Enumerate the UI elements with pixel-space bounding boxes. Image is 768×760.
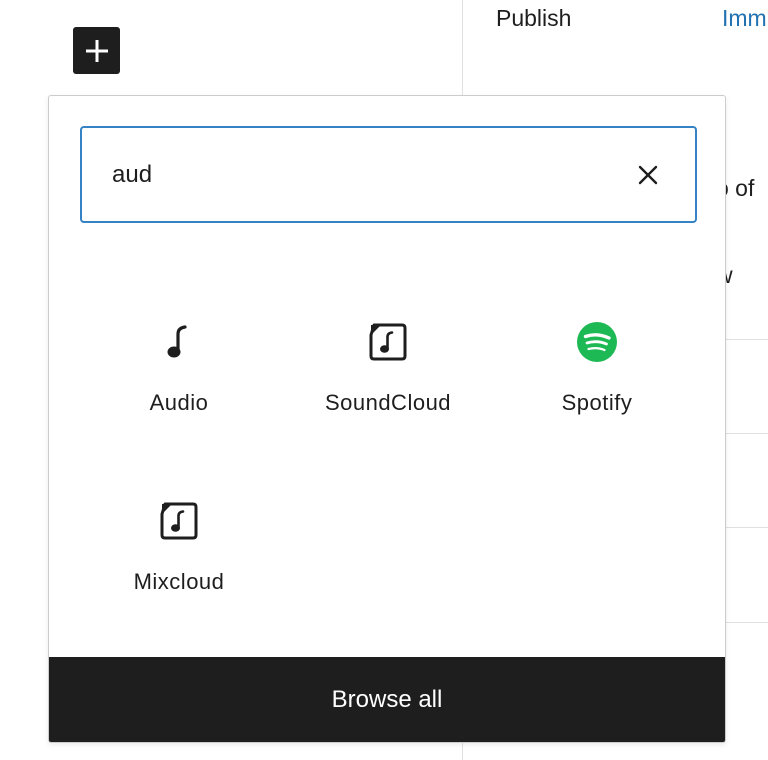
block-item-audio[interactable]: Audio <box>74 300 284 450</box>
obscured-section-title <box>496 752 586 760</box>
obscured-row-text <box>496 86 576 94</box>
search-box <box>80 126 697 223</box>
publish-immediately-link[interactable]: Imm <box>722 5 767 32</box>
sidebar-row-divider <box>726 433 768 434</box>
sidebar-row-divider <box>726 339 768 340</box>
block-inserter-popover: Audio SoundCloud <box>48 95 726 743</box>
block-label: Mixcloud <box>133 569 225 594</box>
block-label: Audio <box>149 390 209 415</box>
plus-icon <box>85 39 108 62</box>
sidebar-row-divider <box>726 527 768 528</box>
search-input[interactable] <box>112 152 612 198</box>
embed-audio-icon <box>160 502 198 540</box>
block-inserter-toggle[interactable] <box>73 27 120 74</box>
browse-all-button[interactable]: Browse all <box>49 657 725 742</box>
editor-canvas: Publish Imm o of w <box>0 0 768 760</box>
music-note-icon <box>167 325 187 358</box>
close-icon <box>638 165 658 185</box>
sidebar-row-divider <box>726 622 768 623</box>
publish-label: Publish <box>496 5 572 31</box>
spotify-icon <box>577 322 617 362</box>
embed-audio-icon <box>369 323 407 361</box>
block-item-mixcloud[interactable]: Mixcloud <box>74 479 284 629</box>
block-label: SoundCloud <box>324 390 452 415</box>
block-item-soundcloud[interactable]: SoundCloud <box>283 300 493 450</box>
block-item-spotify[interactable]: Spotify <box>492 300 702 450</box>
block-label: Spotify <box>561 390 633 415</box>
clear-search-button[interactable] <box>631 158 665 192</box>
